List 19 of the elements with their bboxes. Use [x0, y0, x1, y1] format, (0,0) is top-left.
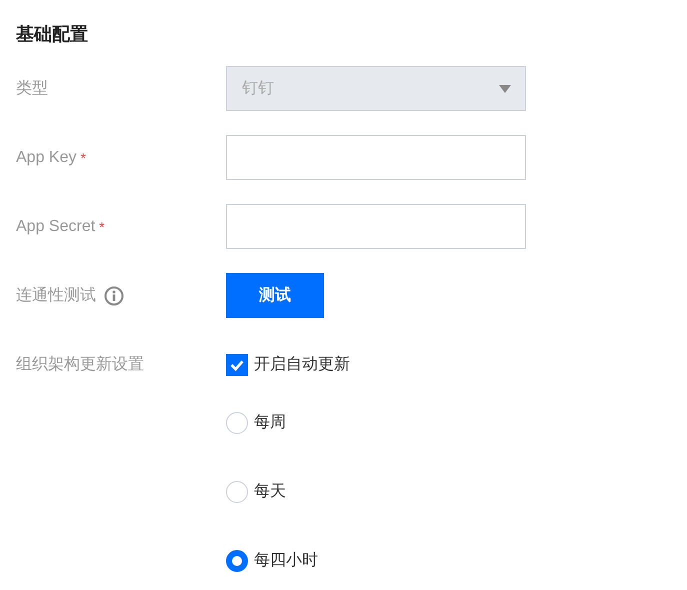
- checkbox[interactable]: [226, 354, 248, 376]
- required-mark: *: [80, 150, 86, 166]
- caret-icon: [499, 84, 511, 92]
- field-label: 组织架构更新设置: [16, 354, 144, 375]
- radio-label: 每天: [254, 482, 286, 502]
- field-label: App Key: [16, 148, 76, 166]
- required-mark: *: [99, 218, 105, 234]
- checkbox-label: 开启自动更新: [254, 354, 350, 375]
- field-label: 类型: [16, 78, 48, 99]
- section-title: 基础配置: [16, 23, 89, 46]
- field-label: App Secret: [16, 218, 96, 236]
- radio-label: 每周: [254, 413, 286, 433]
- input-field[interactable]: [226, 135, 526, 180]
- test-button[interactable]: 测试: [226, 273, 324, 318]
- radio-button[interactable]: [226, 550, 248, 572]
- info-icon[interactable]: [104, 286, 124, 306]
- field-label: 连通性测试: [16, 286, 96, 306]
- input-field[interactable]: [226, 204, 526, 249]
- radio-label: 每四小时: [254, 550, 318, 571]
